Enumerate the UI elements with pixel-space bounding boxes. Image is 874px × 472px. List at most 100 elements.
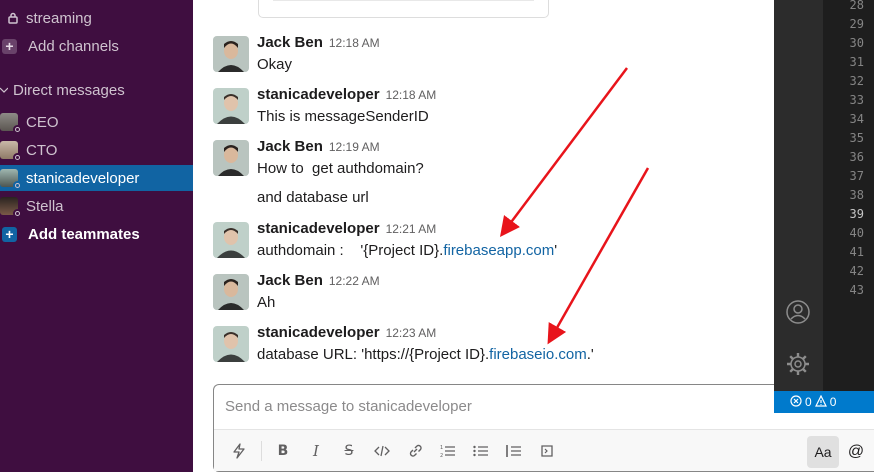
line-number: 29 (849, 17, 864, 31)
lightning-icon[interactable] (224, 437, 254, 465)
message: Jack Ben 12:22 AM Ah (213, 272, 773, 312)
sidebar-dm-cto[interactable]: CTO (0, 137, 193, 163)
line-number: 33 (849, 93, 864, 107)
line-number: 41 (849, 245, 864, 259)
line-number: 32 (849, 74, 864, 88)
bulleted-list-icon[interactable] (466, 437, 496, 465)
line-number: 31 (849, 55, 864, 69)
strikethrough-icon[interactable]: S (334, 437, 364, 465)
timestamp[interactable]: 12:23 AM (386, 326, 437, 340)
message: Jack Ben 12:19 AM How to get authdomain? … (213, 138, 773, 210)
presence-icon (13, 125, 22, 134)
line-number: 35 (849, 131, 864, 145)
formatting-toggle-button[interactable]: Aa (807, 436, 839, 468)
warning-icon (814, 394, 827, 410)
attachment-card (258, 0, 549, 18)
add-teammates-button[interactable]: + Add teammates (0, 221, 193, 247)
error-count: 0 (805, 395, 812, 409)
direct-messages-label: Direct messages (13, 81, 125, 99)
message-text-prefix: database URL: 'https://{Project ID}. (257, 346, 490, 363)
ordered-list-icon[interactable]: 12 (433, 437, 463, 465)
bold-icon[interactable]: B (268, 437, 298, 465)
sender-name[interactable]: Jack Ben (257, 34, 323, 51)
sidebar-dm-stanicadeveloper[interactable]: stanicadeveloper (0, 165, 193, 191)
sidebar-dm-stella[interactable]: Stella (0, 193, 193, 219)
timestamp[interactable]: 12:19 AM (329, 140, 380, 154)
direct-messages-header[interactable]: Direct messages (0, 77, 193, 103)
svg-text:1: 1 (440, 445, 443, 451)
line-number: 43 (849, 283, 864, 297)
sender-name[interactable]: Jack Ben (257, 138, 323, 155)
account-icon[interactable] (785, 299, 811, 325)
lock-icon (0, 12, 26, 24)
message-text: database URL: 'https://{Project ID}.fire… (257, 346, 594, 363)
message-text: authdomain : '{Project ID}.firebaseapp.c… (257, 242, 557, 259)
line-number: 40 (849, 226, 864, 240)
dm-label: Stella (26, 197, 64, 215)
line-number: 34 (849, 112, 864, 126)
current-line-number: 39 (849, 207, 864, 221)
mention-button[interactable]: @ (843, 436, 869, 468)
gear-icon[interactable] (785, 351, 811, 377)
presence-icon (13, 153, 22, 162)
editor-status-bar[interactable]: 0 0 (774, 391, 874, 413)
avatar (213, 88, 249, 124)
avatar (213, 274, 249, 310)
link-icon[interactable] (400, 437, 430, 465)
line-number: 42 (849, 264, 864, 278)
message-text-suffix: .' (586, 346, 594, 363)
avatar (0, 141, 22, 162)
sidebar-channel-streaming[interactable]: streaming (0, 5, 193, 31)
line-number: 30 (849, 36, 864, 50)
italic-icon[interactable]: I (301, 437, 331, 465)
line-number: 37 (849, 169, 864, 183)
formatting-toolbar: B I S 12 Aa @ (214, 429, 874, 471)
add-channels-label: Add channels (28, 37, 119, 55)
toolbar-divider (261, 440, 262, 461)
avatar (0, 113, 22, 134)
activity-bar (774, 0, 823, 391)
presence-icon (13, 181, 22, 190)
timestamp[interactable]: 12:22 AM (329, 274, 380, 288)
dm-label: CTO (26, 141, 58, 159)
line-number-gutter: 28 29 30 31 32 33 34 35 36 37 38 39 40 4… (823, 0, 874, 391)
sender-name[interactable]: stanicadeveloper (257, 324, 380, 341)
blockquote-icon[interactable] (499, 437, 529, 465)
sender-name[interactable]: stanicadeveloper (257, 86, 380, 103)
message: Jack Ben 12:18 AM Okay (213, 34, 773, 74)
add-teammates-label: Add teammates (28, 225, 140, 243)
avatar (213, 326, 249, 362)
presence-icon (13, 209, 22, 218)
avatar (213, 140, 249, 176)
add-channels-button[interactable]: + Add channels (0, 33, 193, 59)
avatar (213, 36, 249, 72)
message-link[interactable]: firebaseio.com (489, 346, 587, 363)
channel-label: streaming (26, 9, 92, 27)
timestamp[interactable]: 12:18 AM (386, 88, 437, 102)
line-number: 28 (849, 0, 864, 12)
message: stanicadeveloper 12:21 AM authdomain : '{… (213, 220, 773, 260)
plus-icon: + (2, 38, 17, 54)
message: stanicadeveloper 12:18 AM This is message… (213, 86, 773, 126)
error-icon (790, 394, 802, 410)
avatar (213, 222, 249, 258)
sidebar-dm-ceo[interactable]: CEO (0, 109, 193, 135)
avatar (0, 197, 22, 218)
message: stanicadeveloper 12:23 AM database URL: '… (213, 324, 773, 364)
message-text: Ah (257, 294, 276, 311)
code-icon[interactable] (367, 437, 397, 465)
plus-icon: + (2, 226, 17, 242)
timestamp[interactable]: 12:18 AM (329, 36, 380, 50)
composer-placeholder[interactable]: Send a message to stanicadeveloper (225, 398, 472, 415)
message-text-suffix: ' (554, 242, 558, 259)
message-link[interactable]: firebaseapp.com (443, 242, 554, 259)
message-text: and database url (257, 189, 369, 206)
svg-text:2: 2 (440, 453, 443, 458)
caret-down-icon (0, 86, 13, 94)
code-block-icon[interactable] (532, 437, 562, 465)
sender-name[interactable]: stanicadeveloper (257, 220, 380, 237)
line-number: 38 (849, 188, 864, 202)
timestamp[interactable]: 12:21 AM (386, 222, 437, 236)
sender-name[interactable]: Jack Ben (257, 272, 323, 289)
dm-label: CEO (26, 113, 59, 131)
